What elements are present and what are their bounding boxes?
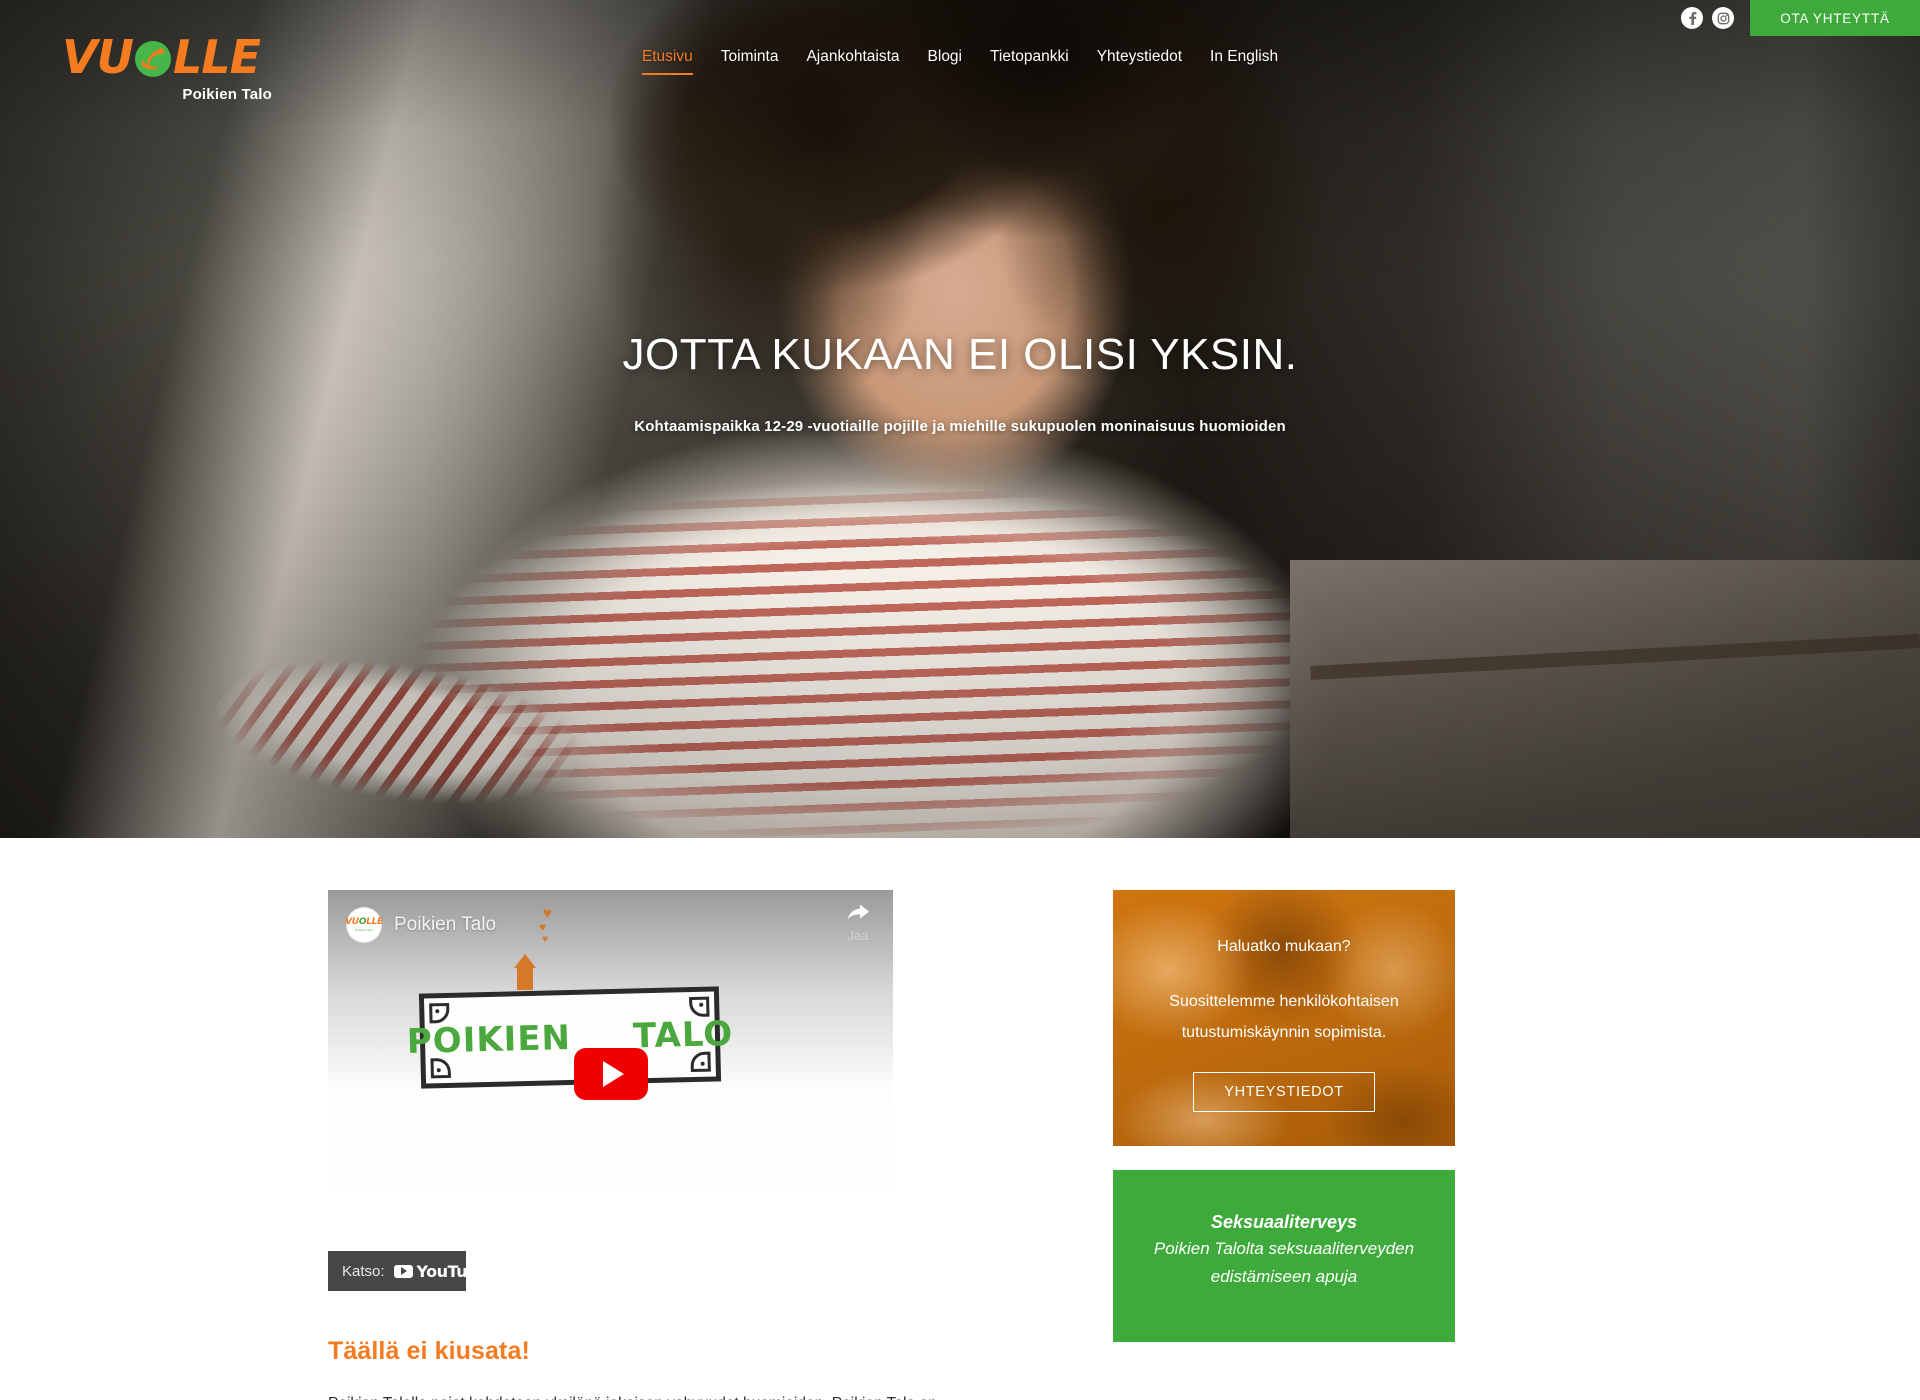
thumbnail-text-left: POIKIEN [406, 1017, 572, 1062]
nav-item-ajankohtaista[interactable]: Ajankohtaista [806, 48, 899, 75]
nav-item-tietopankki[interactable]: Tietopankki [990, 48, 1069, 75]
instagram-icon[interactable] [1712, 7, 1734, 29]
nav-item-blogi[interactable]: Blogi [928, 48, 962, 75]
social-links [1681, 7, 1734, 29]
sexual-health-card[interactable]: Seksuaaliterveys Poikien Talolta seksuaa… [1113, 1170, 1455, 1342]
channel-avatar[interactable]: VUOLLE Poikien Talo [345, 907, 383, 943]
join-us-card[interactable]: Haluatko mukaan? Suosittelemme henkilöko… [1113, 890, 1455, 1146]
youtube-play-icon [393, 1264, 413, 1278]
hero-subtitle: Kohtaamispaikka 12-29 -vuotiaille pojill… [634, 418, 1286, 435]
nav-item-toiminta[interactable]: Toiminta [721, 48, 779, 75]
channel-avatar-wordmark: VUOLLE [345, 917, 383, 927]
logo-subtitle: Poikien Talo [182, 86, 272, 103]
watch-prefix-label: Katso: [342, 1262, 385, 1280]
nav-item-yhteystiedot[interactable]: Yhteystiedot [1097, 48, 1182, 75]
watch-on-youtube-badge[interactable]: Katso: YouTube [328, 1251, 489, 1291]
share-label: Jaa [847, 928, 869, 943]
main-navigation: Etusivu Toiminta Ajankohtaista Blogi Tie… [0, 48, 1920, 75]
contact-cta-button[interactable]: OTA YHTEYTTÄ [1750, 0, 1920, 36]
play-triangle-icon [602, 1061, 624, 1087]
hero-section: OTA YHTEYTTÄ VU LLE Poikien Talo Etusivu… [0, 0, 1920, 838]
share-button[interactable]: Jaa [845, 902, 871, 943]
hero-copy: JOTTA KUKAAN EI OLISI YKSIN. Kohtaamispa… [0, 330, 1920, 435]
article-paragraph: Poikien Talolla pojat kohdataan yksilönä… [328, 1388, 938, 1400]
nav-item-in-english[interactable]: In English [1210, 48, 1278, 75]
youtube-player-embed[interactable]: VUOLLE Poikien Talo Poikien Talo Jaa ♥ ♥… [328, 890, 893, 1212]
youtube-logo: YouTube [393, 1261, 489, 1281]
youtube-wordmark: YouTube [416, 1261, 489, 1281]
sexual-health-body: Poikien Talolta seksuaaliterveyden edist… [1153, 1239, 1415, 1287]
sexual-health-heading: Seksuaaliterveys [1210, 1212, 1358, 1232]
channel-avatar-subtitle: Poikien Talo [354, 928, 374, 932]
yhteystiedot-button[interactable]: YHTEYSTIEDOT [1193, 1072, 1375, 1113]
play-button[interactable] [573, 1048, 648, 1100]
share-icon [847, 904, 869, 920]
facebook-icon[interactable] [1681, 7, 1703, 29]
main-column: VUOLLE Poikien Talo Poikien Talo Jaa ♥ ♥… [328, 890, 1053, 1400]
content-wrapper: VUOLLE Poikien Talo Poikien Talo Jaa ♥ ♥… [260, 890, 1660, 1400]
join-us-body: Suosittelemme henkilökohtaisen tutustumi… [1169, 993, 1399, 1042]
hero-title: JOTTA KUKAAN EI OLISI YKSIN. [622, 330, 1298, 379]
thumbnail-text-right: TALO [632, 1013, 734, 1056]
top-utility-bar: OTA YHTEYTTÄ [0, 0, 1920, 36]
sidebar-column: Haluatko mukaan? Suosittelemme henkilöko… [1113, 890, 1528, 1400]
house-illustration [514, 954, 536, 990]
article-block: Täällä ei kiusata! Poikien Talolla pojat… [328, 1337, 1053, 1400]
video-header: VUOLLE Poikien Talo Poikien Talo Jaa [328, 890, 893, 960]
article-heading: Täällä ei kiusata! [328, 1337, 530, 1365]
video-title[interactable]: Poikien Talo [394, 914, 496, 936]
video-thumbnail-sign: POIKIEN TALO [406, 986, 734, 1089]
join-us-heading: Haluatko mukaan? [1217, 938, 1351, 955]
content-section: VUOLLE Poikien Talo Poikien Talo Jaa ♥ ♥… [0, 838, 1920, 1400]
nav-item-etusivu[interactable]: Etusivu [641, 48, 693, 75]
